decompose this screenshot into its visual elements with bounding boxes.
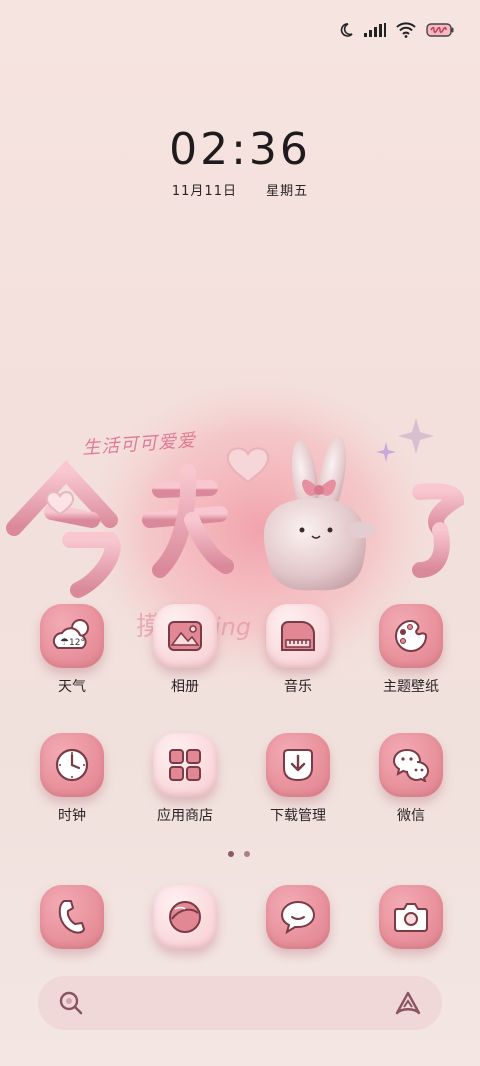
weather-icon[interactable]: ☂ 12° — [40, 604, 104, 668]
status-bar — [338, 18, 454, 42]
app-label: 微信 — [397, 808, 425, 824]
app-label: 天气 — [58, 679, 86, 695]
music-icon[interactable] — [266, 604, 330, 668]
search-bar[interactable] — [38, 976, 442, 1030]
weather-temp: 12° — [69, 638, 85, 648]
wechat-icon[interactable] — [379, 733, 443, 797]
app-clock[interactable]: 时钟 — [22, 733, 122, 825]
dock-phone[interactable] — [22, 885, 122, 949]
download-icon[interactable] — [266, 733, 330, 797]
page-dot-1[interactable] — [228, 851, 234, 857]
moon-icon — [340, 23, 353, 37]
svg-text:☂: ☂ — [60, 637, 69, 648]
app-gallery[interactable]: 相册 — [135, 604, 235, 696]
app-download[interactable]: 下载管理 — [248, 733, 348, 825]
app-label: 时钟 — [58, 808, 86, 824]
clock-icon[interactable] — [40, 733, 104, 797]
dock-browser[interactable] — [135, 885, 235, 949]
assistant-icon[interactable] — [394, 990, 422, 1016]
camera-icon[interactable] — [379, 885, 443, 949]
app-wechat[interactable]: 微信 — [361, 733, 461, 825]
weekday-text: 星期五 — [266, 184, 309, 199]
app-label: 下载管理 — [270, 808, 326, 824]
app-theme[interactable]: 主题壁纸 — [361, 604, 461, 696]
wifi-icon — [396, 22, 416, 38]
clock-date: 11月11日 星期五 — [0, 180, 480, 199]
app-label: 主题壁纸 — [383, 679, 439, 695]
gallery-icon[interactable] — [153, 604, 217, 668]
dock-camera[interactable] — [361, 885, 461, 949]
signal-icon — [364, 23, 386, 37]
app-label: 音乐 — [284, 679, 312, 695]
app-music[interactable]: 音乐 — [248, 604, 348, 696]
date-text: 11月11日 — [171, 184, 237, 199]
app-store-icon[interactable] — [153, 733, 217, 797]
app-label: 应用商店 — [157, 808, 213, 824]
message-icon[interactable] — [266, 885, 330, 949]
app-weather[interactable]: ☂ 12° 天气 — [22, 604, 122, 696]
page-dot-2[interactable] — [244, 851, 250, 857]
clock-time[interactable]: 02:36 — [0, 124, 480, 175]
page-indicator[interactable] — [228, 851, 250, 857]
search-icon[interactable] — [58, 990, 84, 1016]
phone-icon[interactable] — [40, 885, 104, 949]
battery-icon — [426, 23, 454, 37]
dock-messages[interactable] — [248, 885, 348, 949]
browser-icon[interactable] — [153, 885, 217, 949]
theme-icon[interactable] — [379, 604, 443, 668]
app-store[interactable]: 应用商店 — [135, 733, 235, 825]
app-label: 相册 — [171, 679, 199, 695]
